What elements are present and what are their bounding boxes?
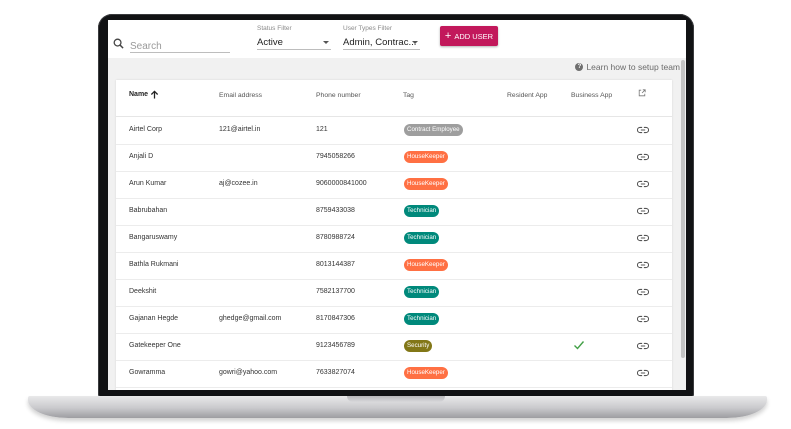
help-text: Learn how to setup team — [586, 62, 680, 72]
search-input[interactable] — [130, 41, 230, 52]
table-row[interactable]: Babrubahan 8759433038 Technician — [116, 198, 672, 226]
cell-phone: 8759433038 — [316, 207, 355, 214]
chevron-down-icon — [412, 41, 418, 44]
cell-name: Gajanan Hegde — [129, 315, 179, 322]
cell-name: Gowramma — [129, 369, 166, 376]
tag-badge: Technician — [404, 286, 440, 298]
cell-email: 121@airtel.in — [219, 126, 261, 133]
help-circle-icon: ? — [575, 63, 584, 71]
search-field — [130, 36, 230, 53]
sort-arrow-up-icon — [150, 90, 159, 99]
column-header-email[interactable]: Email address — [219, 92, 262, 99]
table-row[interactable]: Anjali D 7945058266 HouseKeeper — [116, 144, 672, 172]
table-row[interactable]: Deekshit 7582137700 Technician — [116, 279, 672, 307]
chevron-down-icon — [323, 41, 329, 44]
status-filter[interactable]: Status Filter Active — [257, 25, 331, 50]
cell-phone: 9060000841000 — [316, 180, 367, 187]
status-filter-value: Active — [257, 37, 283, 48]
cell-phone: 8013144387 — [316, 261, 355, 268]
scrollbar[interactable] — [680, 58, 686, 390]
add-user-label: ADD USER — [454, 31, 494, 41]
column-header-tag[interactable]: Tag — [403, 92, 414, 99]
table-row[interactable]: Arun Kumar aj@cozee.in 9060000841000 HouseK… — [116, 171, 672, 199]
toolbar: Status Filter Active User Types Filter A… — [108, 20, 686, 58]
user-types-filter-select[interactable]: Admin, Contrac... — [343, 34, 420, 50]
tag-badge: Technician — [404, 205, 440, 217]
link-icon[interactable] — [637, 152, 649, 162]
link-icon[interactable] — [637, 260, 649, 270]
status-filter-select[interactable]: Active — [257, 34, 331, 50]
open-external-icon[interactable] — [638, 89, 646, 97]
column-header-business-app[interactable]: Business App — [571, 92, 612, 99]
link-icon[interactable] — [637, 125, 649, 135]
tag-badge: HouseKeeper — [404, 259, 448, 271]
table-header: Name Email address Phone number Tag Resi… — [116, 80, 672, 117]
cell-name: Anjali D — [129, 153, 154, 160]
table-row[interactable]: Gowramma gowri@yahoo.com 7633827074 HouseKe… — [116, 360, 672, 388]
link-icon[interactable] — [637, 233, 649, 243]
column-header-resident-app[interactable]: Resident App — [507, 92, 547, 99]
scrollbar-thumb[interactable] — [681, 60, 685, 358]
cell-name: Gatekeeper One — [129, 342, 181, 349]
add-user-button[interactable]: + ADD USER — [440, 26, 498, 46]
cell-name: Bangaruswamy — [129, 234, 178, 241]
tag-badge: HouseKeeper — [404, 367, 448, 379]
checkmark-icon — [574, 341, 585, 350]
link-icon[interactable] — [637, 179, 649, 189]
app-screen: Status Filter Active User Types Filter A… — [108, 20, 686, 390]
link-icon[interactable] — [637, 368, 649, 378]
cell-phone: 7945058266 — [316, 153, 355, 160]
plus-icon: + — [444, 30, 452, 42]
users-table: Name Email address Phone number Tag Resi… — [116, 80, 672, 390]
table-row[interactable]: Airtel Corp 121@airtel.in 121 Contract Empl… — [116, 117, 672, 145]
cell-name: Babrubahan — [129, 207, 168, 214]
user-types-filter[interactable]: User Types Filter Admin, Contrac... — [343, 25, 420, 50]
cell-email: gowri@yahoo.com — [219, 369, 278, 376]
cell-name: Deekshit — [129, 288, 157, 295]
content-area: ? Learn how to setup team Name Email add… — [108, 58, 686, 390]
table-row[interactable]: Bangaruswamy 8780988724 Technician — [116, 225, 672, 253]
tag-badge: Security — [404, 340, 433, 352]
link-icon[interactable] — [637, 341, 649, 351]
status-filter-label: Status Filter — [257, 25, 292, 32]
user-types-filter-value: Admin, Contrac... — [343, 37, 417, 48]
link-icon[interactable] — [637, 287, 649, 297]
column-header-phone[interactable]: Phone number — [316, 92, 361, 99]
search-icon — [113, 38, 124, 49]
cell-email: ghedge@gmail.com — [219, 315, 282, 322]
help-link[interactable]: ? Learn how to setup team — [575, 62, 680, 72]
cell-name: Arun Kumar — [129, 180, 167, 187]
column-header-name[interactable]: Name — [129, 90, 159, 99]
link-icon[interactable] — [637, 206, 649, 216]
tag-badge: Technician — [404, 313, 440, 325]
cell-phone: 7582137700 — [316, 288, 355, 295]
cell-name: Bathla Rukmani — [129, 261, 179, 268]
tag-badge: Contract Employee — [404, 124, 463, 136]
table-row[interactable]: Gajanan Hegde ghedge@gmail.com 8170847306 T… — [116, 306, 672, 334]
laptop-notch — [347, 396, 445, 402]
tag-badge: HouseKeeper — [404, 151, 448, 163]
cell-name: Airtel Corp — [129, 126, 163, 133]
table-row[interactable]: Bathla Rukmani 8013144387 HouseKeeper — [116, 252, 672, 280]
cell-phone: 9123456789 — [316, 342, 355, 349]
cell-phone: 7633827074 — [316, 369, 355, 376]
cell-email: aj@cozee.in — [219, 180, 258, 187]
link-icon[interactable] — [637, 314, 649, 324]
cell-phone: 8780988724 — [316, 234, 355, 241]
user-types-filter-label: User Types Filter — [343, 25, 393, 32]
cell-phone: 121 — [316, 126, 328, 133]
table-row[interactable]: Gatekeeper One 9123456789 Security — [116, 333, 672, 361]
tag-badge: HouseKeeper — [404, 178, 448, 190]
cell-phone: 8170847306 — [316, 315, 355, 322]
tag-badge: Technician — [404, 232, 440, 244]
